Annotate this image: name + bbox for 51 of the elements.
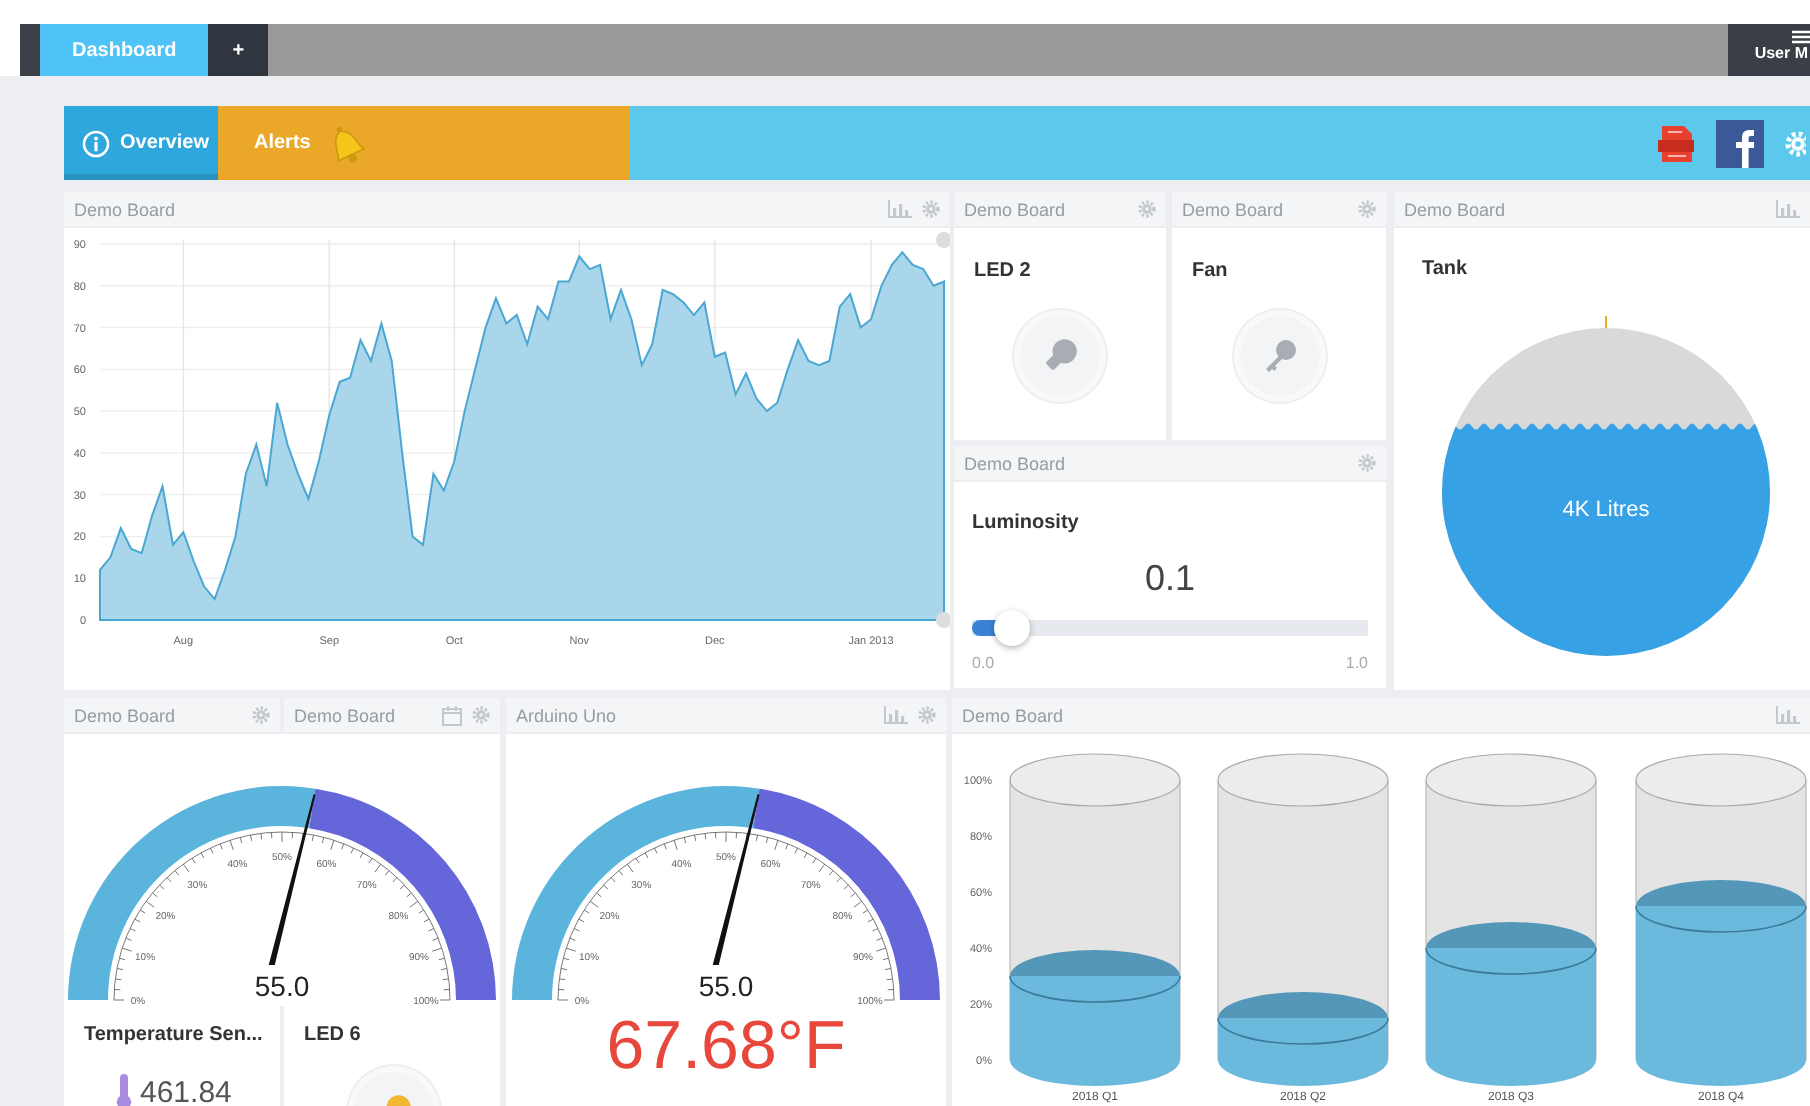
widget-title: Demo Board — [1182, 199, 1284, 219]
widget-label: Tank — [1422, 258, 1468, 280]
tank-marker — [1605, 315, 1607, 329]
sensor-reading: 461.84 — [140, 1075, 232, 1106]
widget-label: Luminosity — [972, 512, 1079, 534]
slider-thumb[interactable] — [993, 610, 1030, 646]
slider-max-label: 1.0 — [1345, 654, 1368, 672]
widget-title: Demo Board — [294, 705, 396, 725]
nav-tab[interactable]: Alerts — [218, 106, 630, 180]
gauge-reading: 55.0 — [254, 970, 310, 1002]
widget-title: Demo Board — [1404, 199, 1506, 219]
tank-reading: 4K Litres — [1562, 498, 1650, 522]
widget-title: Demo Board — [964, 199, 1066, 219]
pdf-icon[interactable] — [1656, 121, 1696, 165]
info-icon — [82, 129, 110, 157]
chart-icon[interactable] — [888, 200, 912, 218]
widget-title: Demo Board — [74, 705, 176, 725]
widget-title: Demo Board — [964, 453, 1066, 473]
chart-icon[interactable] — [1776, 706, 1800, 724]
widget-title: Demo Board — [962, 705, 1064, 725]
temperature-reading: 67.68°F — [606, 1008, 846, 1084]
widget-label: LED 2 — [974, 260, 1031, 282]
facebook-icon[interactable] — [1716, 119, 1764, 167]
user-menu[interactable]: User M — [1728, 24, 1810, 76]
nav-tab[interactable]: Overview — [64, 106, 218, 180]
toggle-button[interactable] — [1233, 310, 1325, 402]
widget-title: Demo Board — [74, 199, 176, 219]
widget-title: Arduino Uno — [516, 705, 617, 725]
range-handle[interactable] — [936, 612, 950, 628]
slider-min-label: 0.0 — [972, 654, 995, 672]
menu-icon — [1792, 30, 1810, 44]
toggle-button[interactable] — [1014, 310, 1106, 402]
tab[interactable]: Dashboard — [40, 24, 209, 76]
tab[interactable]: + — [208, 24, 269, 76]
chart-icon[interactable] — [1776, 200, 1800, 218]
gauge-reading: 55.0 — [698, 970, 754, 1002]
settings-icon[interactable] — [1358, 200, 1376, 218]
range-handle[interactable] — [936, 232, 950, 248]
widget-label: Temperature Sen... — [84, 1024, 263, 1046]
settings-icon[interactable] — [1358, 454, 1376, 472]
widget-label: LED 6 — [304, 1024, 361, 1046]
settings-icon[interactable] — [472, 706, 490, 724]
chart-icon[interactable] — [884, 706, 908, 724]
settings-icon[interactable] — [918, 706, 936, 724]
widget-label: Fan — [1192, 260, 1228, 282]
settings-icon[interactable] — [922, 200, 940, 218]
slider-reading: 0.1 — [1144, 558, 1196, 598]
calendar-icon[interactable] — [442, 705, 462, 725]
settings-icon[interactable] — [1138, 200, 1156, 218]
settings-icon[interactable] — [252, 706, 270, 724]
thermometer-icon — [116, 1074, 132, 1106]
